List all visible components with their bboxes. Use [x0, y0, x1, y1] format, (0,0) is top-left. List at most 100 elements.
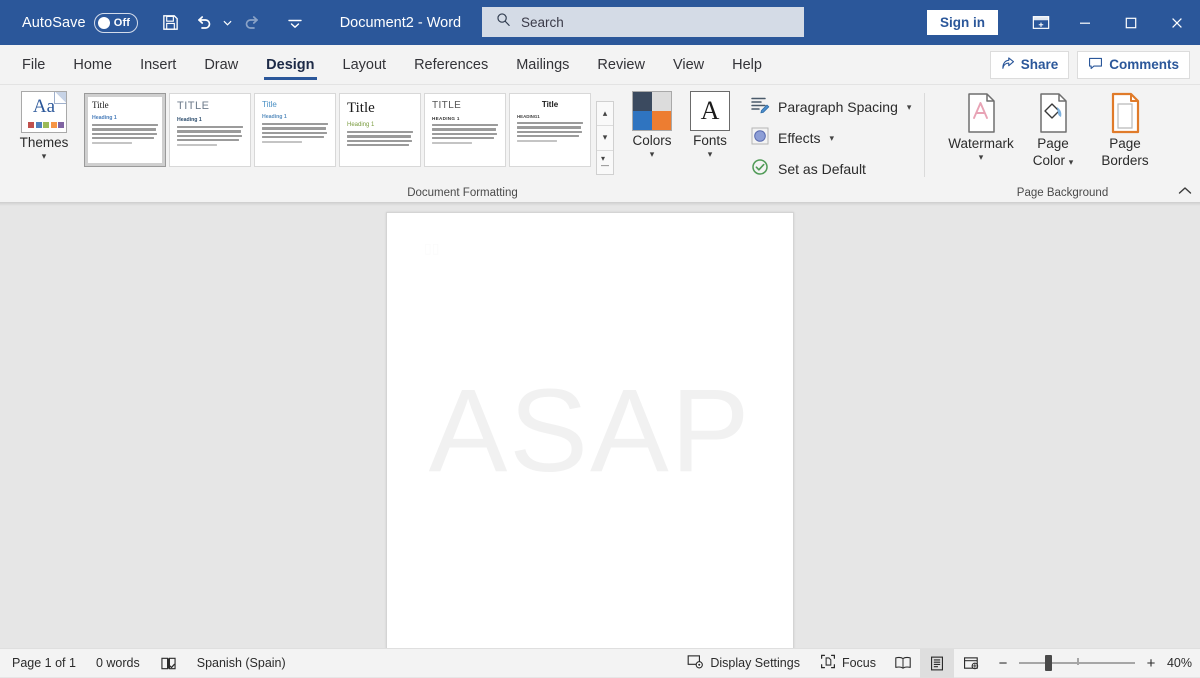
close-icon[interactable]	[1154, 0, 1200, 45]
themes-label: Themes	[20, 135, 69, 150]
comments-button[interactable]: Comments	[1077, 51, 1190, 79]
ribbon-tab-strip: File Home Insert Draw Design Layout Refe…	[0, 45, 1200, 85]
zoom-controls: − +	[988, 655, 1166, 672]
themes-button[interactable]: Aa Themes ▾	[8, 91, 80, 183]
chevron-down-icon[interactable]: ▾	[979, 153, 984, 161]
collapse-ribbon-icon[interactable]	[1178, 186, 1192, 198]
search-icon	[496, 12, 511, 32]
watermark-icon	[961, 91, 1001, 135]
chevron-down-icon[interactable]: ▾	[1069, 157, 1074, 167]
tab-help[interactable]: Help	[718, 45, 776, 85]
autosave-switch[interactable]: Off	[94, 13, 138, 33]
customize-quick-access-icon[interactable]	[280, 8, 310, 38]
undo-icon[interactable]	[188, 8, 218, 38]
theme-fonts-label: Fonts	[693, 133, 727, 148]
style-thumb-body	[347, 131, 413, 146]
tab-draw[interactable]: Draw	[190, 45, 252, 85]
theme-fonts-button[interactable]: A Fonts ▾	[684, 91, 736, 183]
chevron-down-icon[interactable]: ▾	[42, 152, 47, 160]
proofing-errors-icon[interactable]	[150, 649, 187, 678]
chevron-down-icon[interactable]: ▾	[597, 126, 613, 150]
zoom-level-label[interactable]: 40%	[1166, 656, 1200, 670]
chevron-down-icon[interactable]: ▾	[907, 102, 912, 113]
autosave-label: AutoSave	[22, 15, 86, 31]
page-color-label-1: Page	[1037, 136, 1069, 152]
save-icon[interactable]	[156, 8, 186, 38]
tab-design[interactable]: Design	[252, 45, 328, 85]
themes-aa-icon: Aa	[21, 91, 67, 133]
effects-label: Effects	[778, 130, 821, 146]
tab-references[interactable]: References	[400, 45, 502, 85]
style-thumb-body	[517, 122, 583, 142]
chevron-down-icon[interactable]: ▾	[708, 150, 713, 158]
web-layout-icon[interactable]	[954, 649, 988, 678]
set-as-default-button[interactable]: Set as Default	[750, 157, 911, 181]
tab-file[interactable]: File	[8, 45, 59, 85]
tab-review[interactable]: Review	[583, 45, 659, 85]
chevron-up-icon[interactable]: ▴	[597, 102, 613, 126]
theme-colors-button[interactable]: Colors ▾	[626, 91, 678, 183]
autosave-toggle[interactable]: AutoSave Off	[22, 13, 138, 33]
zoom-slider-thumb[interactable]	[1045, 655, 1052, 671]
page-borders-label-1: Page	[1109, 136, 1141, 152]
language-status[interactable]: Spanish (Spain)	[187, 649, 296, 678]
tab-view[interactable]: View	[659, 45, 718, 85]
style-thumbnail[interactable]: Title HEADING1	[509, 93, 591, 167]
page-color-icon	[1033, 91, 1073, 135]
undo-dropdown-icon[interactable]	[220, 8, 236, 38]
display-settings-button[interactable]: Display Settings	[677, 649, 810, 678]
style-thumb-heading: Heading 1	[177, 117, 243, 123]
tab-mailings[interactable]: Mailings	[502, 45, 583, 85]
chevron-down-icon[interactable]: ▾	[650, 150, 655, 158]
style-thumbnail[interactable]: TITLE Heading 1	[169, 93, 251, 167]
ribbon-display-options-icon[interactable]	[1020, 0, 1062, 45]
theme-colors-label: Colors	[632, 133, 671, 148]
paragraph-spacing-button[interactable]: Paragraph Spacing ▾	[750, 95, 911, 119]
search-input[interactable]: Search	[482, 7, 804, 37]
comments-label: Comments	[1109, 57, 1179, 72]
zoom-in-icon[interactable]: +	[1144, 655, 1158, 672]
status-left-group: Page 1 of 1 0 words Spanish (Spain)	[2, 649, 296, 678]
read-mode-icon[interactable]	[886, 649, 920, 678]
page-number-status[interactable]: Page 1 of 1	[2, 649, 86, 678]
style-thumb-body	[262, 123, 328, 143]
themes-aa-glyph: Aa	[22, 96, 66, 118]
zoom-slider[interactable]	[1019, 655, 1135, 671]
theme-colors-icon	[632, 91, 672, 131]
share-icon	[1001, 57, 1015, 73]
focus-button[interactable]: Focus	[810, 649, 886, 678]
text-cursor-artifact: ▯▯	[424, 240, 439, 257]
effects-button[interactable]: Effects ▾	[750, 126, 911, 150]
style-thumbnail[interactable]: Title Heading 1	[254, 93, 336, 167]
style-set-gallery[interactable]: Title Heading 1 TITLE Heading 1 Title He…	[84, 93, 614, 167]
more-styles-icon[interactable]: ▾—	[597, 151, 613, 174]
style-thumb-heading: Heading 1	[92, 115, 158, 121]
minimize-icon[interactable]	[1062, 0, 1108, 45]
tab-insert[interactable]: Insert	[126, 45, 190, 85]
tab-home[interactable]: Home	[59, 45, 126, 85]
print-layout-icon[interactable]	[920, 649, 954, 678]
display-settings-icon	[687, 654, 704, 672]
status-right-group: Display Settings Focus − + 40%	[677, 649, 1200, 678]
style-thumb-title: Title	[92, 101, 158, 110]
zoom-out-icon[interactable]: −	[996, 655, 1010, 672]
style-thumbnail[interactable]: Title Heading 1	[339, 93, 421, 167]
themes-swatches	[28, 122, 64, 128]
style-thumbnail[interactable]: Title Heading 1	[84, 93, 166, 167]
style-thumb-heading: Heading 1	[262, 114, 328, 120]
chevron-down-icon[interactable]: ▾	[830, 133, 835, 144]
word-count-status[interactable]: 0 words	[86, 649, 150, 678]
sign-in-button[interactable]: Sign in	[927, 10, 998, 35]
style-thumb-title: Title	[347, 101, 413, 116]
share-button[interactable]: Share	[990, 51, 1070, 79]
maximize-icon[interactable]	[1108, 0, 1154, 45]
style-thumb-body	[177, 126, 243, 146]
style-thumbnail[interactable]: TITLE HEADING 1	[424, 93, 506, 167]
redo-icon	[238, 8, 268, 38]
tab-layout[interactable]: Layout	[329, 45, 401, 85]
autosave-switch-knob	[98, 17, 110, 29]
document-page[interactable]: ▯▯ ASAP	[386, 212, 794, 648]
window-controls-group: Sign in	[927, 0, 1200, 45]
document-canvas[interactable]: ▯▯ ASAP	[0, 203, 1200, 648]
group-label-page-background: Page Background	[925, 187, 1200, 199]
